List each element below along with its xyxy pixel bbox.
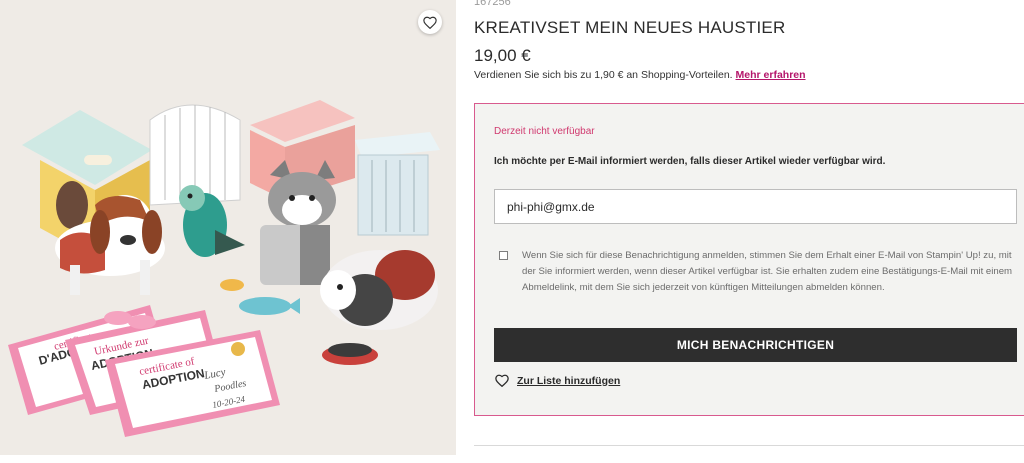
product-image: certificat D'ADOPTION Urkunde zur ADOPTI… [0,0,456,455]
consent-text: Wenn Sie sich für diese Benachrichtigung… [522,250,1013,293]
heart-outline-icon [495,374,509,387]
product-sku: 167256 [474,0,511,8]
unavailable-status: Derzeit nicht verfügbar [494,126,595,137]
product-price: 19,00 € [474,46,531,65]
product-photo: certificat D'ADOPTION Urkunde zur ADOPTI… [0,0,456,455]
product-info: 167256 KREATIVSET MEIN NEUES HAUSTIER 19… [474,0,1024,463]
learn-more-link[interactable]: Mehr erfahren [736,69,806,81]
notify-me-button[interactable]: MICH BENACHRICHTIGEN [494,328,1017,362]
email-input[interactable] [494,189,1017,224]
favorite-button[interactable] [418,10,442,34]
consent-row: Wenn Sie sich für diese Benachrichtigung… [499,248,1014,296]
heart-outline-icon [423,16,437,29]
rewards-text: Verdienen Sie sich bis zu 1,90 € an Shop… [474,69,733,81]
add-to-list-link[interactable]: Zur Liste hinzufügen [495,374,620,387]
product-title: KREATIVSET MEIN NEUES HAUSTIER [474,18,786,37]
notify-prompt: Ich möchte per E-Mail informiert werden,… [494,156,886,167]
section-divider [474,445,1024,446]
pet-crate-illustration [355,132,440,236]
availability-notification-panel: Derzeit nicht verfügbar Ich möchte per E… [474,103,1024,416]
rewards-note: Verdienen Sie sich bis zu 1,90 € an Shop… [474,69,806,81]
consent-checkbox[interactable] [499,251,508,260]
add-to-list-label: Zur Liste hinzufügen [517,374,621,387]
